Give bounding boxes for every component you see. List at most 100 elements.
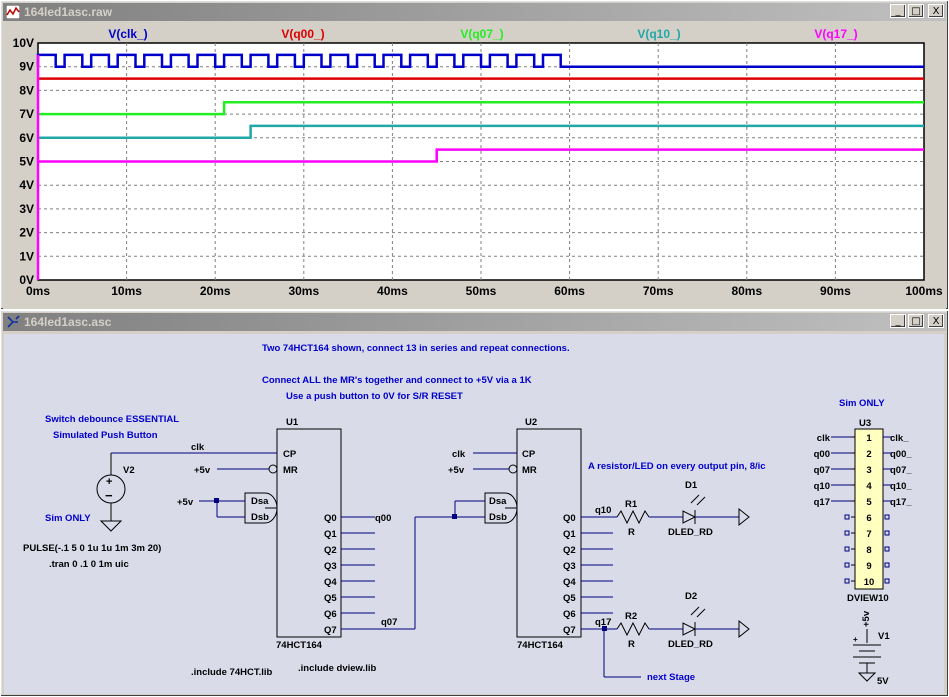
x-tick-label: 40ms [377, 284, 408, 298]
u3-output-net-label: q10_ [890, 481, 912, 492]
legend-clk: V(clk_) [108, 27, 147, 41]
note-mr: Connect ALL the MR's together and connec… [262, 375, 532, 386]
close-button[interactable]: X [928, 4, 944, 18]
u1-ref: U1 [286, 417, 299, 428]
u3-pin-number: 3 [866, 465, 871, 476]
u1-pin-q2: Q2 [324, 545, 337, 556]
u2-pin-q3: Q3 [563, 561, 576, 572]
minimize-button[interactable]: _ [890, 314, 906, 328]
u2-pin-q6: Q6 [563, 609, 576, 620]
ic-u1[interactable]: U1 74HCT164 CP MR Q0 Q1 Q2 Q3 Q4 Q5 Q6 Q… [244, 417, 342, 651]
u2-pin-dsa: Dsa [489, 496, 507, 507]
u1-pin-q5: Q5 [324, 593, 337, 604]
u1-pin-q3: Q3 [324, 561, 337, 572]
led-d1[interactable]: D1 DLED_RD [668, 480, 713, 538]
r1-value: R [628, 527, 635, 538]
directive-include-dview[interactable]: .include dview.lib [298, 663, 376, 674]
u3-unconnected-pin [884, 514, 890, 520]
net-label-clk: clk [191, 442, 205, 453]
y-tick-label: 0V [19, 273, 34, 287]
waveform-app-icon [6, 5, 20, 19]
u3-pin-number: 8 [866, 545, 871, 556]
u3-pin-number: 6 [866, 513, 871, 524]
waveform-window: 164led1asc.raw _ □ X 0ms 10ms 20ms 30ms 40ms… [0, 0, 949, 310]
u2-part: 74HCT164 [517, 640, 564, 651]
svg-text:−: − [105, 488, 113, 503]
r1-ref: R1 [625, 499, 638, 510]
u3-unconnected-pin [884, 562, 890, 568]
u2-ref: U2 [525, 417, 537, 428]
u3-unconnected-pin [884, 578, 890, 584]
waveform-titlebar[interactable]: 164led1asc.raw _ □ X [3, 3, 946, 21]
x-tick-label: 10ms [111, 284, 142, 298]
u3-pin-number: 9 [866, 561, 871, 572]
note-reset: Use a push button to 0V for S/R RESET [286, 391, 463, 402]
schematic-titlebar[interactable]: 164led1asc.asc _ □ X [3, 313, 946, 331]
u2-pin-q7: Q7 [563, 625, 576, 636]
minimize-button[interactable]: _ [890, 4, 906, 18]
u2-pin-q5: Q5 [563, 593, 576, 604]
schematic-app-icon [7, 315, 20, 328]
y-tick-label: 2V [19, 226, 34, 240]
y-tick-label: 10V [13, 36, 34, 50]
legend-q07: V(q07_) [460, 27, 503, 41]
legend-q10: V(q10_) [637, 27, 680, 41]
led-d2[interactable]: D2 DLED_RD [668, 591, 713, 650]
plot-pane[interactable]: 0ms 10ms 20ms 30ms 40ms 50ms 60ms 70ms 80ms 90ms 1… [3, 22, 946, 309]
x-tick-label: 70ms [643, 284, 674, 298]
note-next-stage: next Stage [647, 672, 695, 683]
u2-pin-q1: Q1 [563, 529, 576, 540]
y-tick-label: 5V [19, 155, 34, 169]
resistor-r2[interactable]: R2 R [616, 611, 650, 650]
net-label-vcc-u1-mr: +5v [194, 465, 211, 476]
u3-pin-number: 1 [866, 433, 872, 444]
u1-pin-cp: CP [283, 449, 297, 460]
svg-text:+: + [853, 635, 858, 644]
u2-pin-q0: Q0 [563, 513, 576, 524]
net-label-vcc-u2-mr: +5v [448, 465, 465, 476]
directive-include-74hct[interactable]: .include 74HCT.lib [191, 667, 272, 678]
note-series: Two 74HCT164 shown, connect 13 in series… [262, 343, 570, 354]
net-label-clk-u2: clk [452, 449, 466, 460]
note-resistor-led: A resistor/LED on every output pin, 8/ic [588, 461, 766, 472]
note-debounce: Switch debounce ESSENTIAL [45, 414, 179, 425]
u3-unconnected-pin [844, 530, 850, 536]
ic-u2[interactable]: U2 74HCT164 CP MR Q0 Q1 Q2 Q3 Q4 Q5 Q6 Q… [484, 417, 582, 651]
resistor-r1[interactable]: R1 R [616, 499, 650, 538]
x-tick-label: 100ms [905, 284, 943, 298]
r2-ref: R2 [625, 611, 637, 622]
d2-value: DLED_RD [668, 639, 713, 650]
u1-pin-dsa: Dsa [251, 496, 269, 507]
voltage-source-v2[interactable]: + − V2 [96, 453, 135, 532]
schematic-drawing[interactable]: .wire{stroke:#000080;stroke-width:1;fill… [4, 334, 944, 694]
maximize-button[interactable]: □ [908, 314, 924, 328]
svg-text:+: + [106, 476, 112, 488]
close-button[interactable]: X [928, 314, 944, 328]
u3-unconnected-pin [844, 546, 850, 552]
net-label-q07: q07 [381, 617, 397, 628]
v1-ref: V1 [878, 631, 890, 642]
net-label-q10: q10 [595, 505, 611, 516]
note-sim-only-u3: Sim ONLY [839, 398, 885, 409]
v1-net: +5v [861, 610, 872, 627]
u3-input-net-label: q00 [814, 449, 830, 460]
y-tick-label: 9V [19, 60, 34, 74]
voltage-source-v1[interactable]: +5v + V1 5V [853, 610, 890, 687]
y-tick-label: 7V [19, 107, 34, 121]
u1-pin-dsb: Dsb [251, 512, 269, 523]
x-tick-label: 80ms [731, 284, 762, 298]
x-tick-label: 30ms [288, 284, 319, 298]
schematic-window: 164led1asc.asc _ □ X .wire{stroke:#00008… [0, 310, 949, 697]
u1-pin-q4: Q4 [324, 577, 337, 588]
waveform-chart[interactable]: 0ms 10ms 20ms 30ms 40ms 50ms 60ms 70ms 80ms 90ms 1… [3, 22, 946, 309]
legend-q17: V(q17_) [814, 27, 857, 41]
r2-value: R [628, 639, 635, 650]
schematic-canvas[interactable]: .wire{stroke:#000080;stroke-width:1;fill… [4, 334, 944, 694]
u3-output-net-label: q07_ [890, 465, 912, 476]
d1-value: DLED_RD [668, 527, 713, 538]
u1-part: 74HCT164 [276, 640, 323, 651]
maximize-button[interactable]: □ [908, 4, 924, 18]
directive-pulse[interactable]: PULSE(-.1 5 0 1u 1u 1m 3m 20) [23, 543, 161, 554]
dview-u3[interactable]: U3 DVIEW10 1 clk clk_ 2 q00 q00_ 3 q07 q07_ 4 q10 q… [814, 418, 913, 604]
directive-tran[interactable]: .tran 0 .1 0 1m uic [49, 559, 129, 570]
